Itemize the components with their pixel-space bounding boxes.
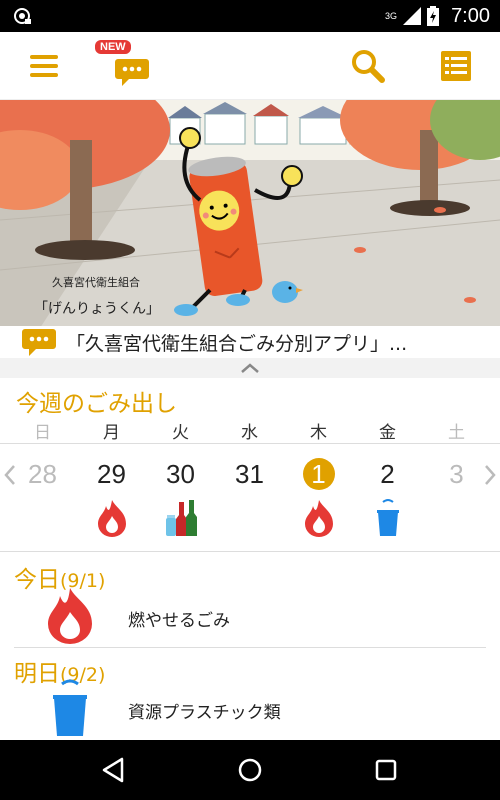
weekday-wed: 水 [241, 423, 258, 443]
search-button[interactable] [336, 32, 400, 100]
status-bar: 3G 7:00 [0, 0, 500, 32]
today-garbage-type: 燃やせるごみ [128, 611, 230, 631]
bucket-icon [377, 499, 399, 536]
today-garbage-row[interactable]: 燃やせるごみ [0, 586, 500, 646]
week-title: 今週のごみ出し [16, 391, 177, 417]
fire-icon [98, 500, 126, 537]
fire-icon [48, 588, 92, 644]
home-icon[interactable] [234, 754, 266, 786]
organization-name: 久喜宮代衛生組合 [52, 276, 140, 289]
divider [0, 551, 500, 552]
notification-icon [14, 8, 31, 24]
network-type: 3G [385, 11, 398, 21]
weekday-sun: 日 [34, 423, 51, 443]
date-number: 31 [235, 459, 264, 489]
news-ticker[interactable]: 「久喜宮代衛生組合ごみ分別アプリ」... [0, 326, 500, 358]
back-icon[interactable] [98, 754, 130, 786]
mascot-name: 「げんりょうくん」 [34, 301, 160, 317]
signal-icon [403, 7, 422, 25]
collapse-handle[interactable] [0, 358, 500, 378]
date-number: 28 [28, 459, 57, 489]
weekday-mon: 月 [103, 423, 120, 443]
date-number: 30 [166, 459, 195, 489]
weekday-tue: 火 [172, 423, 189, 443]
divider [14, 647, 486, 648]
fire-icon [305, 500, 333, 537]
date-cell[interactable]: 3 [422, 446, 491, 550]
date-cell-today[interactable]: 1 [284, 446, 353, 550]
bottles-icon [166, 500, 197, 536]
list-button[interactable] [424, 32, 488, 100]
chevron-up-icon [241, 363, 259, 373]
chat-bubble-icon [115, 59, 149, 86]
clock: 7:00 [451, 4, 490, 27]
menu-button[interactable] [12, 32, 76, 100]
date-cell[interactable]: 29 [77, 446, 146, 550]
tomorrow-garbage-row[interactable]: 資源プラスチック類 [0, 678, 500, 738]
week-dates: 28 29 30 31 1 2 3 [0, 446, 500, 550]
date-number: 2 [380, 459, 395, 489]
weekday-sat: 土 [448, 423, 465, 443]
date-number: 3 [449, 459, 464, 489]
date-number: 29 [97, 459, 126, 489]
date-cell[interactable]: 31 [215, 446, 284, 550]
weekday-thu: 木 [310, 423, 327, 443]
weekday-fri: 金 [379, 423, 396, 443]
recent-apps-icon[interactable] [370, 754, 402, 786]
new-badge: NEW [95, 40, 131, 54]
weekday-header: 日 月 火 水 木 金 土 [0, 418, 500, 444]
system-navigation-bar [0, 740, 500, 800]
hamburger-icon [30, 55, 58, 77]
date-cell[interactable]: 30 [146, 446, 215, 550]
toolbar: NEW [0, 32, 500, 100]
chat-bubble-icon [22, 329, 56, 356]
list-icon [441, 51, 471, 81]
battery-icon [427, 6, 440, 26]
hero-caption: 久喜宮代衛生組合 「げんりょうくん」 [34, 274, 160, 318]
news-text: 「久喜宮代衛生組合ごみ分別アプリ」... [66, 332, 408, 355]
bucket-icon [53, 679, 87, 736]
search-icon [352, 50, 385, 83]
date-cell[interactable]: 28 [8, 446, 77, 550]
date-number: 1 [311, 459, 326, 489]
date-cell[interactable]: 2 [353, 446, 422, 550]
tomorrow-garbage-type: 資源プラスチック類 [128, 703, 281, 723]
